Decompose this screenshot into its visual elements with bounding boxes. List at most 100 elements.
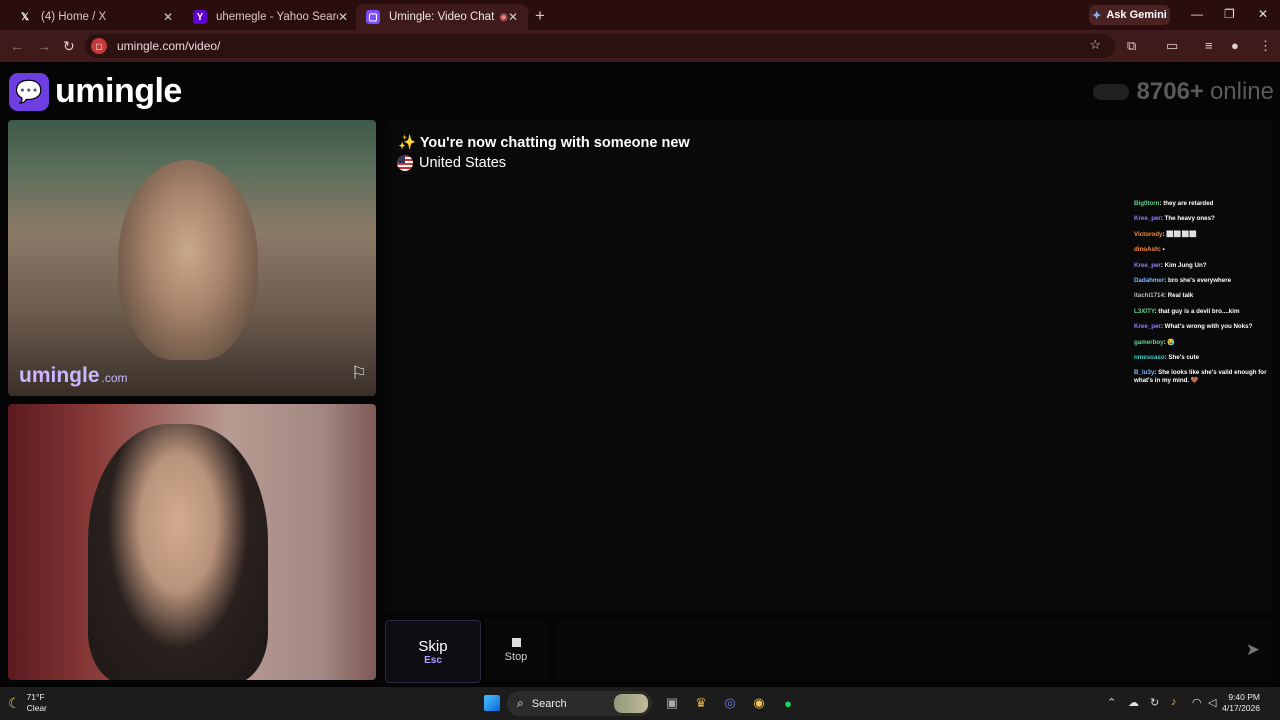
reload-icon[interactable]: ↻ xyxy=(63,38,75,55)
stranger-video: umingle .com ⚐ xyxy=(8,120,376,396)
chat-status-message: ✨ You're now chatting with someone new xyxy=(398,135,690,151)
stop-button[interactable]: Stop xyxy=(485,620,547,681)
weather-condition: Clear xyxy=(26,703,47,713)
new-tab-button[interactable]: + xyxy=(535,6,545,26)
stream-chat-text: 😭 xyxy=(1167,338,1176,346)
app-icon[interactable]: ◎ xyxy=(720,693,740,713)
app-icon[interactable]: ♛ xyxy=(691,693,711,713)
temperature: 71°F xyxy=(26,692,45,702)
extensions-icon[interactable]: ⧉ xyxy=(1127,38,1136,54)
forward-arrow-icon[interactable]: → xyxy=(37,38,51,54)
cast-icon[interactable]: ▭ xyxy=(1166,38,1178,54)
chat-bubble-icon: 💬 xyxy=(9,72,49,111)
us-flag-icon xyxy=(397,155,413,171)
watermark-text: umingle xyxy=(19,364,100,387)
video-watermark: umingle .com xyxy=(19,364,128,388)
minimize-icon[interactable]: — xyxy=(1191,7,1203,21)
stream-chat-user: Kree_per xyxy=(1134,215,1161,223)
stream-chat-overlay: Big0torn: they are retarded Kree_per: The… xyxy=(1134,200,1279,393)
tab-yahoo-search[interactable]: Y uhemegle - Yahoo Search Results ✕ xyxy=(183,4,358,30)
stop-label: Stop xyxy=(504,651,528,663)
weather-widget[interactable]: ☾ 71°F Clear xyxy=(8,692,47,714)
taskbar-search[interactable]: ⌕ Search xyxy=(507,691,652,716)
stream-chat-text: ⬜⬜⬜⬜ xyxy=(1166,230,1198,238)
stream-chat-text: What's wrong with you Noks? xyxy=(1164,323,1253,331)
windows-logo-icon xyxy=(484,695,500,711)
skip-button[interactable]: Skip Esc xyxy=(385,620,481,683)
back-arrow-icon[interactable]: ← xyxy=(10,38,24,54)
online-counter: 8706+ online xyxy=(1092,78,1274,106)
moon-icon: ☾ xyxy=(8,694,21,711)
stream-chat-text: ▪ xyxy=(1162,246,1165,254)
tab-title: Umingle: Video Chat with Strangers xyxy=(389,11,495,23)
self-video-frame xyxy=(88,424,268,680)
watermark-suffix: .com xyxy=(101,371,128,385)
stream-chat-text: they are retarded xyxy=(1163,200,1214,207)
stream-chat-line: Kree_per: What's wrong with you Noks? xyxy=(1134,323,1279,331)
report-flag-icon[interactable]: ⚐ xyxy=(351,363,367,384)
ask-gemini-label: Ask Gemini xyxy=(1106,9,1167,21)
volume-icon[interactable]: ◁ xyxy=(1208,696,1216,709)
profile-avatar-icon[interactable]: ● xyxy=(1231,38,1239,53)
skip-shortcut: Esc xyxy=(424,654,442,666)
send-icon[interactable]: ➤ xyxy=(1246,640,1260,660)
online-label: online xyxy=(1209,78,1274,105)
stream-chat-user: Big0torn xyxy=(1134,200,1160,207)
close-tab-icon[interactable]: ✕ xyxy=(338,10,348,24)
spotify-icon[interactable]: ● xyxy=(778,693,798,713)
chrome-icon[interactable]: ◉ xyxy=(749,693,769,713)
close-tab-icon[interactable]: ✕ xyxy=(163,10,173,24)
wifi-icon[interactable]: ◠ xyxy=(1192,696,1202,709)
stream-chat-line: Victorody: ⬜⬜⬜⬜ xyxy=(1134,231,1279,239)
clock-time: 9:40 PM xyxy=(1228,692,1260,702)
restore-icon[interactable]: ❐ xyxy=(1224,7,1235,21)
stream-chat-user: Kree_per xyxy=(1134,261,1161,269)
start-button[interactable] xyxy=(482,693,502,713)
stream-chat-text: Real talk xyxy=(1167,292,1194,300)
task-view-icon[interactable]: ▣ xyxy=(662,693,682,713)
close-tab-icon[interactable]: ✕ xyxy=(508,10,518,24)
stream-chat-text: that guy is a devil bro....kim xyxy=(1158,307,1240,315)
stream-chat-line: L3XITY: that guy is a devil bro....kim xyxy=(1134,308,1279,316)
stream-chat-user: Victorody xyxy=(1134,230,1163,238)
stream-chat-line: itachi1714: Real talk xyxy=(1134,292,1279,300)
message-input[interactable]: ➤ xyxy=(554,620,1272,681)
tray-sync-icon[interactable]: ↻ xyxy=(1150,696,1159,709)
skip-label: Skip xyxy=(418,637,448,655)
search-label: Search xyxy=(531,697,567,710)
search-icon: ⌕ xyxy=(517,696,524,710)
gemini-sparkle-icon: ✦ xyxy=(1092,9,1102,22)
stream-chat-user: Dadahmer xyxy=(1134,276,1165,284)
menu-kebab-icon[interactable]: ⋮ xyxy=(1259,38,1272,54)
site-logo[interactable]: 💬 umingle xyxy=(9,72,182,111)
media-controls-icon[interactable]: ≡ xyxy=(1205,38,1213,53)
stream-chat-line: Big0torn: they are retarded xyxy=(1134,200,1279,208)
tab-umingle[interactable]: ▢ Umingle: Video Chat with Strangers ◉ ✕ xyxy=(356,4,528,30)
ask-gemini-button[interactable]: ✦ Ask Gemini xyxy=(1089,5,1170,25)
stream-chat-user: dinoAsh xyxy=(1134,246,1159,254)
site-info-icon[interactable]: ▢ xyxy=(91,38,107,54)
omnibox[interactable]: ▢ umingle.com/video/ ☆ xyxy=(85,34,1115,58)
logo-text: umingle xyxy=(55,72,182,110)
partner-country: United States xyxy=(397,155,506,171)
microphone-icon[interactable]: ♪ xyxy=(1171,696,1177,708)
search-highlight-image xyxy=(614,694,648,713)
stream-chat-line: B_lu3y: She looks like she's valid enoug… xyxy=(1134,369,1279,385)
chat-panel: ✨ You're now chatting with someone new U… xyxy=(385,120,1272,613)
stream-chat-text: She's cute xyxy=(1168,353,1200,361)
show-hidden-icons-icon[interactable]: ⌃ xyxy=(1107,696,1116,709)
stream-chat-user: L3XITY xyxy=(1134,307,1155,315)
system-clock[interactable]: 9:40 PM 4/17/2026 xyxy=(1222,692,1260,714)
tray-app-icon[interactable]: ☁ xyxy=(1128,696,1139,709)
stream-chat-text: bro she's everywhere xyxy=(1168,276,1232,284)
x-logo-icon: 𝕏 xyxy=(20,11,30,23)
stream-chat-text: Kim Jung Un? xyxy=(1164,261,1207,269)
stream-chat-line: Dadahmer: bro she's everywhere xyxy=(1134,277,1279,285)
close-window-icon[interactable]: ✕ xyxy=(1258,7,1268,21)
tab-x-home[interactable]: 𝕏 (4) Home / X ✕ xyxy=(8,4,183,30)
stream-chat-text: The heavy ones? xyxy=(1164,215,1215,223)
address-toolbar: ← → ↻ ▢ umingle.com/video/ ☆ ⧉ ▭ ≡ ● ⋮ xyxy=(0,30,1280,62)
stream-chat-user: B_lu3y xyxy=(1134,369,1155,377)
bookmark-star-icon[interactable]: ☆ xyxy=(1089,37,1101,53)
stream-chat-user: itachi1714 xyxy=(1134,292,1164,300)
